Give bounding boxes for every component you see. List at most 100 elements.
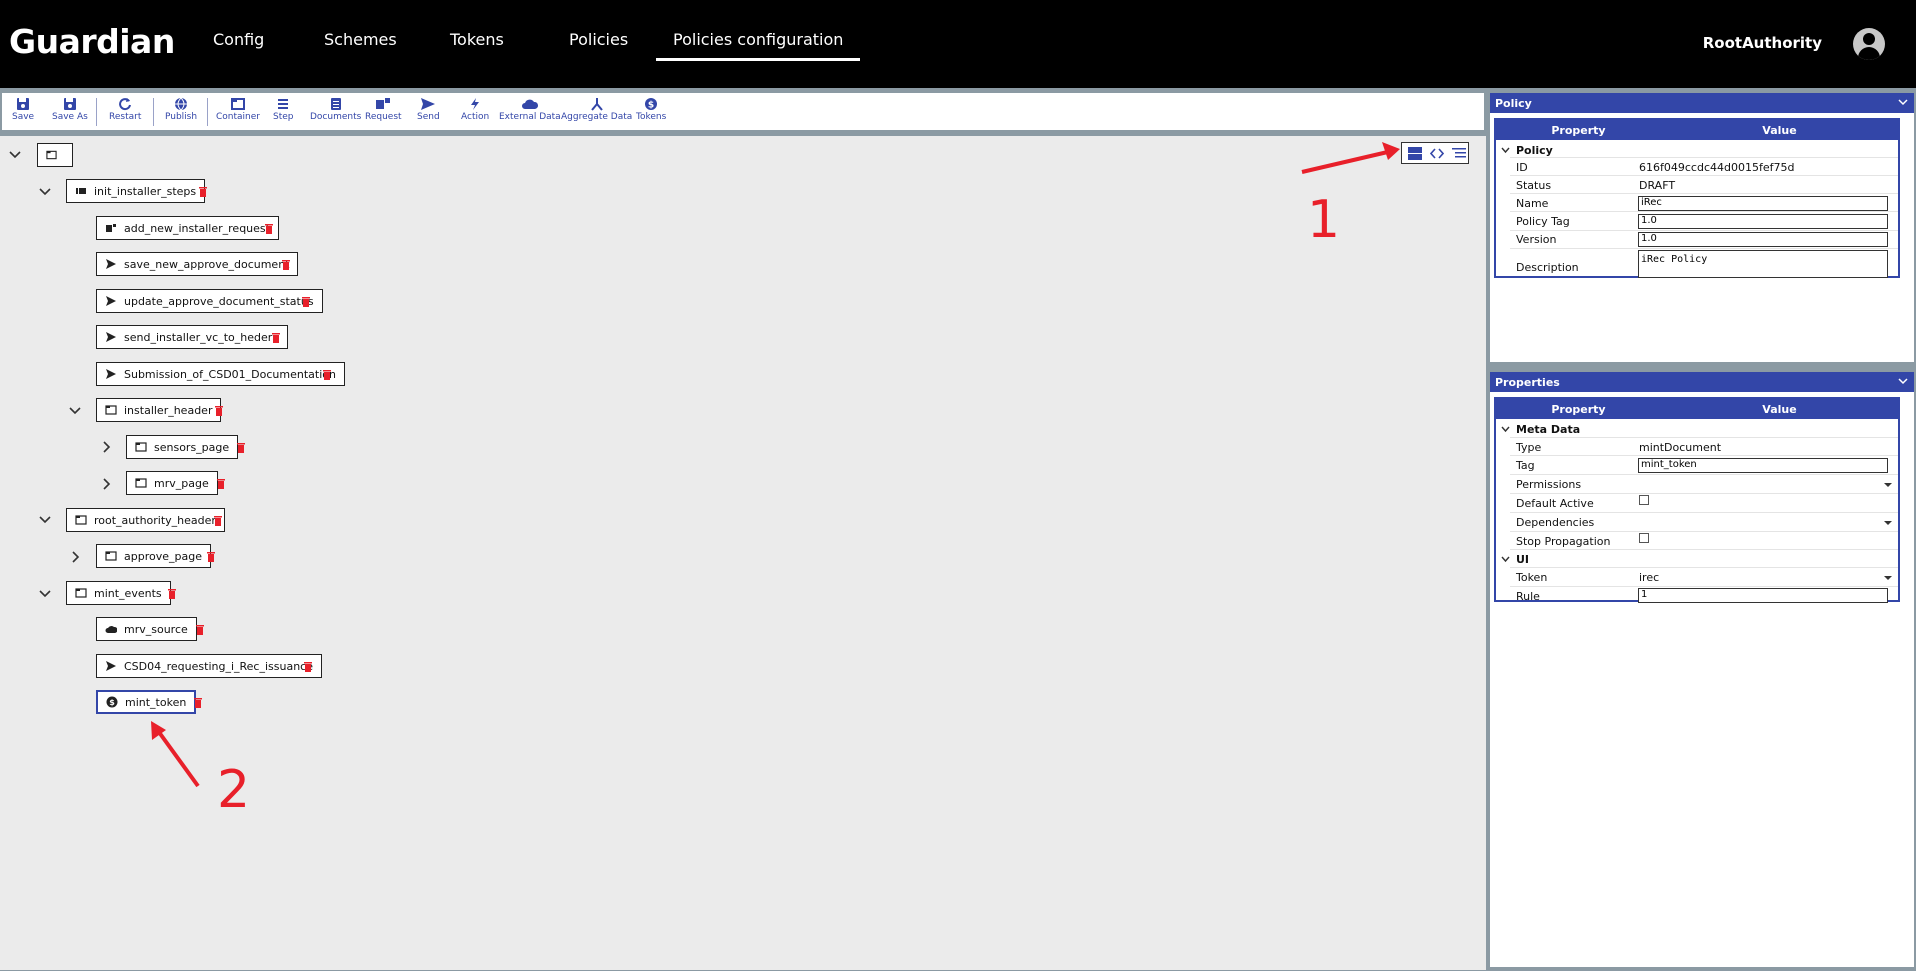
policy-panel: Policy Property Value Policy ID 616f049cc… <box>1490 93 1914 362</box>
send-icon <box>106 661 116 671</box>
col-property: Property <box>1496 120 1661 140</box>
delete-icon[interactable] <box>322 368 332 380</box>
bolt-icon <box>471 98 480 110</box>
code-view-icon[interactable] <box>1430 147 1444 160</box>
delete-icon[interactable] <box>216 477 226 489</box>
chevron-down-icon[interactable] <box>38 587 52 601</box>
cloud-icon <box>105 626 117 633</box>
tree-node-installer-header[interactable]: installer_header <box>96 398 222 422</box>
tree-node-approve-page[interactable]: approve_page <box>96 544 211 568</box>
name-input[interactable]: iRec <box>1638 196 1888 211</box>
container-icon <box>230 98 245 110</box>
nav-policies[interactable]: Policies <box>569 30 628 49</box>
tag-input[interactable]: mint_token <box>1638 458 1888 473</box>
toolbar-publish-button[interactable]: Publish <box>165 97 197 122</box>
annotation-label-1: 1 <box>1307 190 1341 250</box>
tree-node-mint-token[interactable]: $ mint_token <box>96 690 197 714</box>
tree-node-update-approve-document-status[interactable]: update_approve_document_status <box>96 289 323 313</box>
stop-propagation-checkbox[interactable] <box>1639 533 1649 543</box>
toolbar-send-button[interactable]: Send <box>417 97 440 122</box>
delete-icon[interactable] <box>214 404 224 416</box>
toolbar-request-button[interactable]: Request <box>365 97 402 122</box>
chevron-right-icon[interactable] <box>99 440 113 454</box>
dollar-icon: $ <box>645 98 658 111</box>
nav-policies-configuration[interactable]: Policies configuration <box>655 30 861 61</box>
delete-icon[interactable] <box>303 660 313 672</box>
toolbar-tokens-button[interactable]: $ Tokens <box>636 97 666 122</box>
tree-node-submission-of-csd01-documentation[interactable]: Submission_of_CSD01_Documentation <box>96 362 345 386</box>
delete-icon[interactable] <box>271 331 281 343</box>
chevron-right-icon[interactable] <box>68 550 82 564</box>
chevron-right-icon[interactable] <box>99 477 113 491</box>
toolbar-restart-button[interactable]: Restart <box>109 97 141 122</box>
policy-property-table: Property Value Policy ID 616f049ccdc44d00… <box>1494 118 1900 278</box>
tree-node-init-installer-steps[interactable]: init_installer_steps <box>66 179 206 203</box>
request-icon <box>106 224 116 232</box>
restart-icon <box>119 98 132 111</box>
save-as-icon <box>63 98 76 110</box>
delete-icon[interactable] <box>213 514 223 526</box>
properties-panel-header[interactable]: Properties <box>1490 372 1914 392</box>
delete-icon[interactable] <box>236 441 246 453</box>
documents-icon <box>330 98 341 110</box>
container-icon <box>75 515 87 525</box>
user-name[interactable]: RootAuthority <box>1703 34 1822 52</box>
policy-tag-input[interactable]: 1.0 <box>1638 214 1888 229</box>
tree-node-root[interactable] <box>37 143 73 167</box>
description-textarea[interactable]: iRec Policy <box>1638 250 1888 278</box>
chevron-down-icon[interactable] <box>8 148 22 162</box>
chevron-down-icon[interactable] <box>68 404 82 418</box>
list-view-icon[interactable] <box>1452 147 1466 160</box>
rule-input[interactable]: 1 <box>1638 588 1888 603</box>
token-select: irec <box>1639 571 1660 584</box>
save-icon <box>17 98 30 110</box>
tree-node-root-authority-header[interactable]: root_authority_header <box>66 508 225 532</box>
annotation-arrow-1 <box>1301 142 1400 174</box>
default-active-checkbox[interactable] <box>1639 495 1649 505</box>
nav-config[interactable]: Config <box>213 30 264 49</box>
chevron-down-icon <box>1501 147 1510 154</box>
toolbar-external-data-button[interactable]: External Data <box>499 97 561 122</box>
version-input[interactable]: 1.0 <box>1638 232 1888 247</box>
delete-icon[interactable] <box>264 222 274 234</box>
delete-icon[interactable] <box>195 623 205 635</box>
container-icon <box>105 551 117 561</box>
avatar-icon[interactable] <box>1853 28 1885 60</box>
delete-icon[interactable] <box>198 185 208 197</box>
tree-view-icon[interactable] <box>1408 147 1422 160</box>
chevron-down-icon[interactable] <box>38 513 52 527</box>
send-icon <box>106 259 116 269</box>
delete-icon[interactable] <box>167 587 177 599</box>
delete-icon[interactable] <box>281 258 291 270</box>
delete-icon[interactable] <box>206 550 216 562</box>
tree-node-sensors-page[interactable]: sensors_page <box>126 435 239 459</box>
toolbar-action-button[interactable]: Action <box>461 97 489 122</box>
merge-icon <box>590 98 603 111</box>
globe-icon <box>175 97 188 111</box>
toolbar-container-button[interactable]: Container <box>216 97 260 122</box>
chevron-down-icon <box>1898 378 1908 385</box>
tree-node-csd04-requesting-i-rec-issuance[interactable]: CSD04_requesting_i_Rec_issuance <box>96 654 322 678</box>
tree-node-mrv-page[interactable]: mrv_page <box>126 471 218 495</box>
policy-panel-header[interactable]: Policy <box>1490 93 1914 113</box>
toolbar-aggregate-data-button[interactable]: Aggregate Data <box>561 97 632 122</box>
toolbar-documents-button[interactable]: Documents <box>310 97 361 122</box>
toolbar-step-button[interactable]: Step <box>273 97 294 122</box>
delete-icon[interactable] <box>301 295 311 307</box>
chevron-down-icon[interactable] <box>38 185 52 199</box>
nav-schemes[interactable]: Schemes <box>324 30 397 49</box>
toolbar-save-button[interactable]: Save <box>12 97 34 122</box>
tree-node-send-installer-vc-to-hedera[interactable]: send_installer_vc_to_hedera <box>96 325 289 349</box>
tree-node-save-new-approve-document[interactable]: save_new_approve_document <box>96 252 299 276</box>
tree-node-mrv-source[interactable]: mrv_source <box>96 617 197 641</box>
step-icon <box>278 99 289 109</box>
nav-tokens[interactable]: Tokens <box>450 30 504 49</box>
tree-node-add-new-installer-request[interactable]: add_new_installer_request <box>96 216 279 240</box>
container-icon <box>46 150 57 160</box>
tree-node-mint-events[interactable]: mint_events <box>66 581 171 605</box>
toolbar-save-as-button[interactable]: Save As <box>52 97 88 122</box>
view-switcher <box>1401 142 1469 164</box>
annotation-arrow-2 <box>151 721 200 788</box>
delete-icon[interactable] <box>193 696 203 708</box>
dropdown-icon <box>1884 576 1892 580</box>
